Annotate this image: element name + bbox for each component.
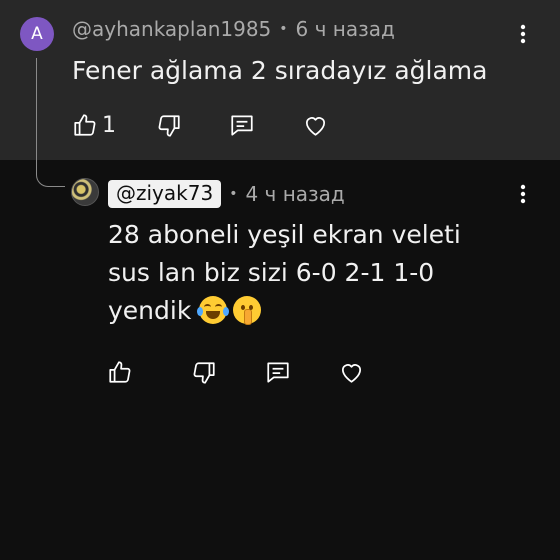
laughing-tears-emoji [197,296,230,324]
reply-icon [265,359,291,385]
meta-separator: • [279,21,288,37]
dislike-button[interactable] [191,360,217,386]
like-icon [107,359,133,385]
more-vert-icon[interactable] [513,182,533,206]
comment-text: 28 aboneli yeşil ekran veleti sus lan bi… [108,216,528,330]
reply-comment-meta: @ziyak73 • 4 ч назад [108,180,345,208]
like-count: 1 [102,112,116,138]
comment-text: Fener ağlama 2 sıradayız ağlama [72,56,488,85]
more-vert-icon[interactable] [513,22,533,46]
timestamp: 4 ч назад [245,182,345,206]
avatar[interactable]: A [20,17,54,51]
comment-text-line: yendik [108,292,528,330]
author-handle[interactable]: @ayhankaplan1985 [72,17,271,41]
parent-comment: A @ayhankaplan1985 • 6 ч назад Fener ağl… [0,0,560,160]
like-icon [72,112,98,138]
like-button[interactable] [107,359,133,385]
dislike-icon [156,113,182,139]
heart-button[interactable] [302,112,329,138]
reply-button[interactable] [265,359,291,385]
comment-text-line-words: yendik [108,296,192,325]
comment-text-line: 28 aboneli yeşil ekran veleti [108,220,461,249]
dislike-icon [191,360,217,386]
reply-icon [229,112,255,138]
reply-button[interactable] [229,112,255,138]
comments-screen: A @ayhankaplan1985 • 6 ч назад Fener ağl… [0,0,560,560]
avatar[interactable] [71,178,99,206]
shushing-face-emoji [233,296,262,325]
comment-text-line: sus lan biz sizi 6-0 2-1 1-0 [108,258,435,287]
parent-comment-meta: @ayhankaplan1985 • 6 ч назад [72,17,395,41]
timestamp: 6 ч назад [295,17,395,41]
like-button[interactable]: 1 [72,112,116,138]
meta-separator: • [229,186,238,202]
dislike-button[interactable] [156,113,182,139]
heart-icon [338,359,365,385]
thread-connector-line [36,58,65,187]
author-handle[interactable]: @ziyak73 [108,180,222,208]
heart-button[interactable] [338,359,365,385]
heart-icon [302,112,329,138]
